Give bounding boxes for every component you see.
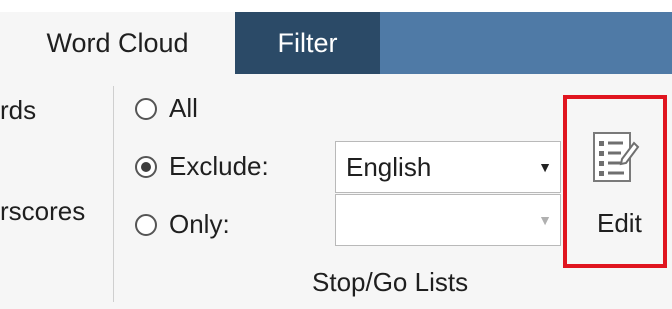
stop-go-lists-group-label: Stop/Go Lists xyxy=(312,267,469,297)
exclude-select-value: English xyxy=(346,151,432,182)
group-separator xyxy=(113,86,114,302)
exclude-language-select[interactable]: English ▼ xyxy=(335,141,561,193)
radio-only-circle[interactable] xyxy=(135,213,157,236)
radio-exclude-label: Exclude: xyxy=(169,151,269,181)
ribbon-tabbar: Word Cloud Filter xyxy=(0,0,672,74)
left-group-label-1: rds xyxy=(0,95,37,125)
radio-all-label: All xyxy=(169,93,198,123)
list-edit-icon[interactable] xyxy=(592,129,640,191)
radio-all-circle[interactable] xyxy=(135,97,157,120)
edit-button-label[interactable]: Edit xyxy=(597,208,642,239)
radio-exclude-circle[interactable] xyxy=(135,155,157,178)
tabbar-background xyxy=(380,12,672,74)
tab-word-cloud[interactable]: Word Cloud xyxy=(0,12,235,74)
tab-filter[interactable]: Filter xyxy=(235,12,380,74)
radio-only[interactable]: Only: xyxy=(135,209,230,240)
radio-only-label: Only: xyxy=(169,209,230,239)
radio-all[interactable]: All xyxy=(135,93,198,124)
window-top-strip xyxy=(0,0,672,12)
radio-exclude[interactable]: Exclude: xyxy=(135,151,269,182)
dropdown-arrow-icon[interactable]: ▼ xyxy=(530,159,560,175)
only-list-select[interactable]: ▼ xyxy=(335,194,561,246)
dropdown-arrow-icon[interactable]: ▼ xyxy=(530,212,560,228)
left-group-label-2: rscores xyxy=(0,196,86,226)
